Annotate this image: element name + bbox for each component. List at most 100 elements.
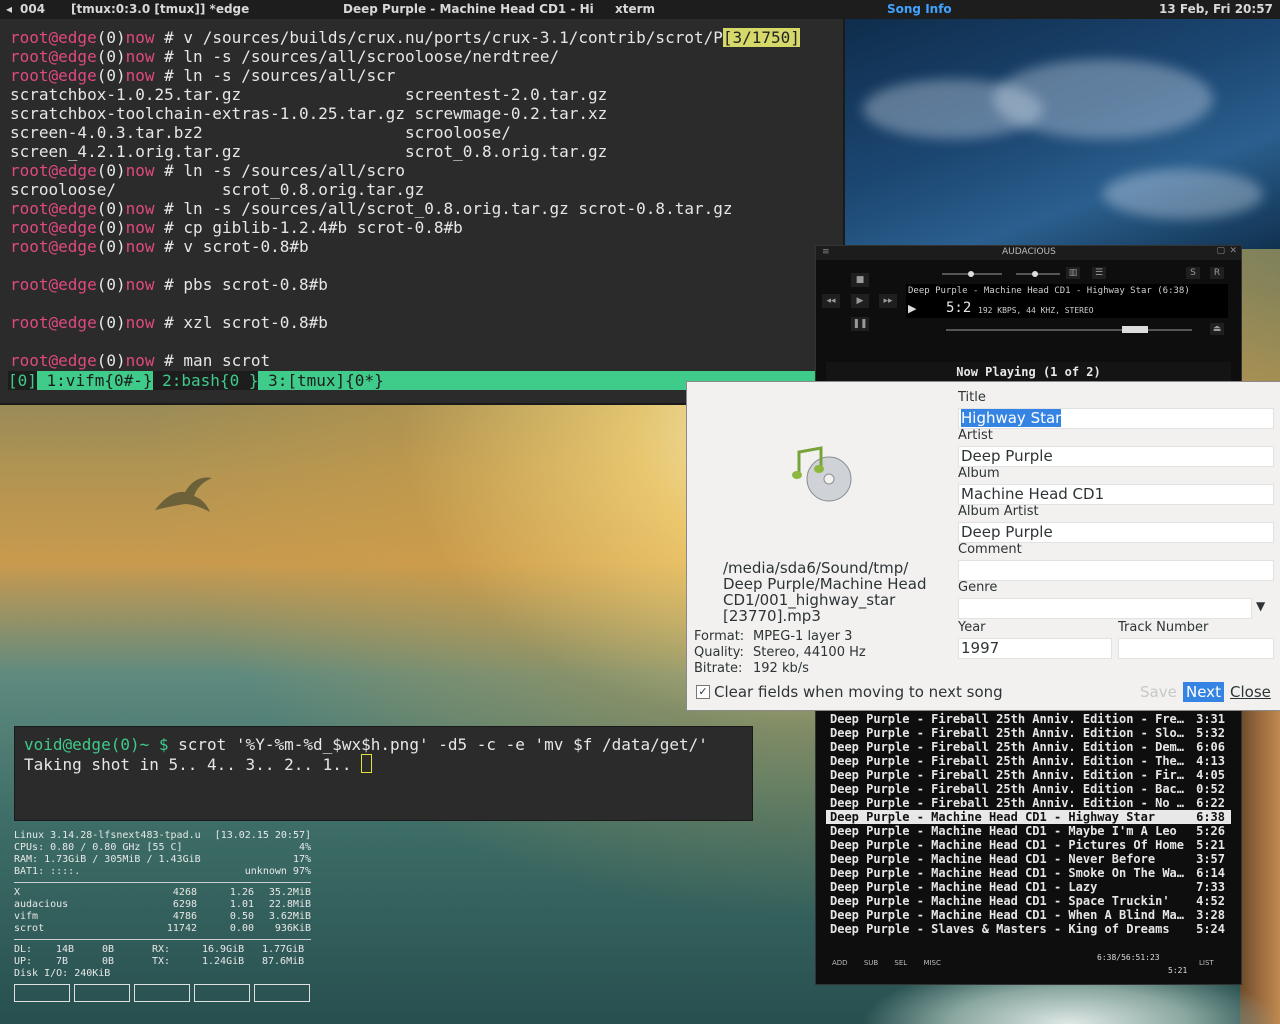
album-artist-field[interactable]: Deep Purple [958,522,1274,543]
shuffle-icon[interactable]: S [1186,267,1200,279]
conky-process-row: audacious 6298 1.01 22.8MiB [14,899,311,911]
artist-field[interactable]: Deep Purple [958,446,1274,467]
conky-process-row: scrot 11742 0.00 936KiB [14,923,311,935]
next-track-button[interactable]: ▸▸ [879,294,897,308]
workspace-indicator[interactable]: 004 [20,2,45,16]
menu-arrow-icon[interactable]: ◂ [6,2,12,16]
balance-knob[interactable] [1032,271,1038,277]
taskbar-item-xterm[interactable]: xterm [615,2,655,16]
tmux-window-1[interactable]: 1:vifm{0#-} [37,371,153,390]
playlist-item[interactable]: Deep Purple - Machine Head CD1 - Smoke O… [826,866,1231,880]
add-button[interactable]: ADD [832,959,848,967]
eject-icon[interactable]: ⏏ [1210,323,1224,335]
playlist-item[interactable]: Deep Purple - Fireball 25th Anniv. Editi… [826,740,1231,754]
tmux-session[interactable]: [0] [8,371,37,390]
conky-cell: 35.2MiB [268,887,311,898]
audacious-titlebar[interactable]: AUDACIOUS ≡ ▢ ✕ [816,246,1241,260]
conky-cell: DL: [14,944,33,955]
list-button[interactable]: LIST [1199,959,1214,967]
seek-handle[interactable] [1122,326,1148,333]
track-number-field[interactable] [1118,638,1274,659]
playlist-item-title: Deep Purple - Fireball 25th Anniv. Editi… [830,754,1185,768]
next-button[interactable]: Next [1183,682,1224,702]
playlist-item[interactable]: Deep Purple - Machine Head CD1 - Lazy 7:3… [826,880,1231,894]
playlist-item[interactable]: Deep Purple - Fireball 25th Anniv. Editi… [826,768,1231,782]
album-field[interactable]: Machine Head CD1 [958,484,1274,505]
artist-label: Artist [958,428,993,443]
conky-label: BAT1: ::::. [14,866,81,877]
close-button[interactable]: Close [1227,682,1274,702]
seek-bar[interactable] [946,329,1192,331]
xterm-command: scrot '%Y-%m-%d_$wx$h.png' -d5 -c -e 'mv… [178,735,708,754]
taskbar-item-audacious[interactable]: Deep Purple - Machine Head CD1 - Hi [343,2,594,16]
top-panel: ◂ 004 [tmux:0:3.0 [tmux]] *edge Deep Pur… [0,0,1280,19]
playlist-item[interactable]: Deep Purple - Machine Head CD1 - Highway… [826,810,1231,824]
bitrate-row: Bitrate: 192 kb/s [694,661,809,676]
playlist-item-title: Deep Purple - Fireball 25th Anniv. Editi… [830,740,1185,754]
comment-field[interactable] [958,560,1274,581]
playlist-item-duration: 6:22 [1196,796,1225,810]
sub-button[interactable]: SUB [864,959,878,967]
previous-button[interactable]: ◂◂ [822,294,840,308]
close-icon[interactable]: ✕ [1229,246,1237,256]
playlist-item[interactable]: Deep Purple - Fireball 25th Anniv. Editi… [826,782,1231,796]
playlist-icon[interactable]: ☰ [1092,267,1106,279]
prompt-status: (0) [96,161,126,180]
repeat-icon[interactable]: R [1210,267,1224,279]
playlist-item[interactable]: Deep Purple - Fireball 25th Anniv. Editi… [826,712,1231,726]
playlist-item[interactable]: Deep Purple - Machine Head CD1 - Space T… [826,894,1231,908]
play-button[interactable]: ▶ [851,294,869,308]
tmux-window-2[interactable]: 2:bash{0 } [152,371,259,390]
playlist-item[interactable]: Deep Purple - Machine Head CD1 - Maybe I… [826,824,1231,838]
playlist-item-title: Deep Purple - Fireball 25th Anniv. Editi… [830,726,1185,740]
prompt-hash: # [154,218,184,237]
playlist-item-title: Deep Purple - Machine Head CD1 - Lazy [830,880,1098,894]
playlist-item[interactable]: Deep Purple - Slaves & Masters - King of… [826,922,1231,936]
conky-cell: 3.62MiB [268,911,311,922]
playlist-item[interactable]: Deep Purple - Fireball 25th Anniv. Editi… [826,726,1231,740]
playlist-item[interactable]: Deep Purple - Machine Head CD1 - Never B… [826,852,1231,866]
conky-cell: 4268 [172,887,197,898]
prompt-status: (0) [96,237,126,256]
clear-fields-checkbox[interactable]: ✓ [696,685,710,699]
playlist-item[interactable]: Deep Purple - Fireball 25th Anniv. Editi… [826,796,1231,810]
genre-combobox[interactable] [958,598,1252,619]
conky-cell: 0.00 [229,923,254,934]
playlist-item-title: Deep Purple - Fireball 25th Anniv. Editi… [830,768,1185,782]
clear-fields-label[interactable]: Clear fields when moving to next song [714,683,1003,701]
conky-cell: UP: [14,956,33,967]
playlist-item[interactable]: Deep Purple - Machine Head CD1 - Picture… [826,838,1231,852]
playlist-title[interactable]: Now Playing (1 of 2) [826,362,1231,382]
title-field[interactable]: Highway Star [958,408,1274,429]
prompt-status: (0) [96,28,126,47]
playlist-item[interactable]: Deep Purple - Fireball 25th Anniv. Editi… [826,754,1231,768]
playlist-item-title: Deep Purple - Machine Head CD1 - When A … [830,908,1185,922]
tmux-window-3[interactable]: 3:[tmux]{0*} [258,371,384,390]
comment-label: Comment [958,542,1022,557]
xterm-terminal[interactable]: void@edge(0)~ $ scrot '%Y-%m-%d_$wx$h.pn… [14,726,753,821]
taskbar-item-tmux[interactable]: [tmux:0:3.0 [tmux]] *edge [71,2,249,16]
conky-cell: 16.9GiB [202,944,245,955]
terminal-line: root@edge(0)now # ln -s /sources/all/scr [10,66,395,85]
prompt-user: root@edge [10,199,97,218]
conky-value: [13.02.15 20:57] [214,830,311,841]
year-field[interactable]: 1997 [958,638,1112,659]
playlist-item-title: Deep Purple - Fireball 25th Anniv. Editi… [830,782,1185,796]
menu-icon[interactable]: ≡ [822,247,830,257]
balance-slider[interactable] [1016,273,1060,275]
taskbar-item-song-info[interactable]: Song Info [887,2,952,16]
playlist[interactable]: Deep Purple - Fireball 25th Anniv. Editi… [826,712,1231,936]
pause-button[interactable]: ❚❚ [851,317,869,331]
stop-button[interactable]: ■ [851,273,869,287]
equalizer-icon[interactable]: ▥ [1066,267,1080,279]
chevron-down-icon[interactable]: ▼ [1256,599,1265,613]
volume-knob[interactable] [968,271,974,277]
lcd-song-title: Deep Purple - Machine Head CD1 - Highway… [908,286,1190,296]
playlist-item[interactable]: Deep Purple - Machine Head CD1 - When A … [826,908,1231,922]
sel-button[interactable]: SEL [894,959,907,967]
prompt-hash: # [154,161,184,180]
tmux-terminal[interactable]: root@edge(0)now # v /sources/builds/crux… [0,19,845,405]
save-button[interactable]: Save [1137,682,1180,702]
misc-button[interactable]: MISC [923,959,940,967]
shade-icon[interactable]: ▢ [1216,246,1225,256]
